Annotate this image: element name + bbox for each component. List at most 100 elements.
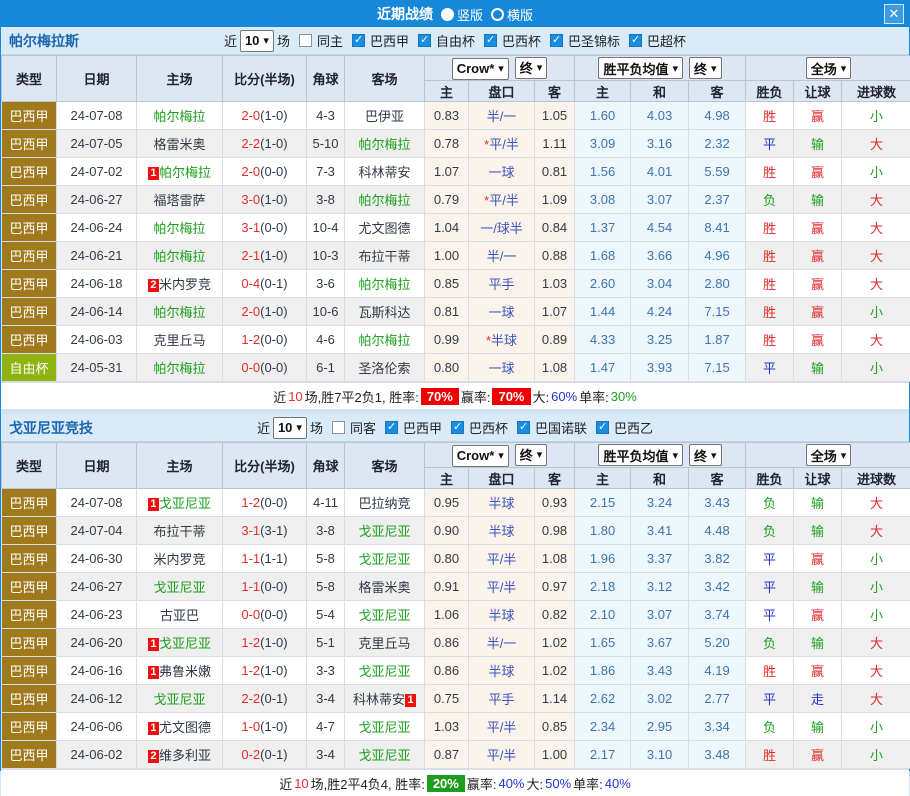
team-section[interactable]: 帕尔梅拉斯近10场同主巴西甲自由杯巴西杯巴圣锦标巴超杯类型日期主场比分(半场)角… <box>1 27 909 409</box>
date-cell: 24-06-27 <box>57 573 137 601</box>
handicap-line-text: 平手 <box>488 277 514 292</box>
handicap-home-odds: 0.79 <box>425 186 469 214</box>
home-team-name: 格雷米奥 <box>153 137 205 152</box>
avg-away-odds: 4.96 <box>689 242 746 270</box>
avg-home-odds: 4.33 <box>575 326 631 354</box>
goals-result-cell: 大 <box>842 186 910 214</box>
date-cell: 24-06-24 <box>57 214 137 242</box>
league-filter-label[interactable]: 自由杯 <box>436 31 475 50</box>
halftime-score: (0-0) <box>260 164 287 179</box>
summary-token: 大: <box>527 774 544 793</box>
final-select-2[interactable]: 终 <box>689 57 722 79</box>
score-cell: 2-0(1-0) <box>223 298 307 326</box>
league-filter-label[interactable]: 巴西甲 <box>403 418 442 437</box>
halftime-score: (1-0) <box>260 136 287 151</box>
summary-token: 场,胜2平4负4, 胜率: <box>311 774 425 793</box>
match-count-select[interactable]: 10 <box>240 30 274 52</box>
corners-cell: 5-1 <box>307 629 345 657</box>
fulltime-score: 1-2 <box>241 332 260 347</box>
home-team-cell: 帕尔梅拉 <box>137 102 223 130</box>
handicap-line-text: 半球 <box>488 496 514 511</box>
league-filter-label[interactable]: 巴国诺联 <box>535 418 587 437</box>
league-filter-checkbox[interactable] <box>629 34 642 47</box>
fulltime-score: 2-0 <box>241 108 260 123</box>
match-row: 巴西甲24-06-201戈亚尼亚1-2(1-0)5-1克里丘马0.86半/一1.… <box>2 629 910 657</box>
league-filter-checkbox[interactable] <box>451 421 464 434</box>
same-venue-label[interactable]: 同主 <box>317 31 343 50</box>
halftime-score: (1-0) <box>260 635 287 650</box>
vertical-layout-label[interactable]: 竖版 <box>457 5 483 24</box>
home-team-cell: 1尤文图德 <box>137 713 223 741</box>
away-team-cell: 圣洛伦索 <box>345 354 425 382</box>
league-cell: 巴西甲 <box>2 517 57 545</box>
league-cell: 巴西甲 <box>2 545 57 573</box>
league-filter-label[interactable]: 巴西甲 <box>370 31 409 50</box>
result-cell: 平 <box>746 130 794 158</box>
fulltime-score: 1-0 <box>241 719 260 734</box>
bookmaker-select[interactable]: Crow* <box>452 58 509 80</box>
avg-away-odds: 2.80 <box>689 270 746 298</box>
result-cell: 胜 <box>746 158 794 186</box>
away-team-cell: 巴拉纳竞 <box>345 489 425 517</box>
goals-result-cell: 小 <box>842 545 910 573</box>
league-filter-checkbox[interactable] <box>550 34 563 47</box>
halftime-score: (1-0) <box>260 248 287 263</box>
handicap-line: 一球 <box>469 298 535 326</box>
horizontal-layout-radio[interactable] <box>491 8 504 21</box>
home-team-cell: 1弗鲁米嫩 <box>137 657 223 685</box>
bookmaker-select[interactable]: Crow* <box>452 445 509 467</box>
fulltime-score: 0-2 <box>241 747 260 762</box>
close-icon[interactable]: ✕ <box>884 4 904 24</box>
vertical-layout-radio[interactable] <box>441 8 454 21</box>
league-filter-checkbox[interactable] <box>517 421 530 434</box>
away-team-name: 科林蒂安 <box>353 692 405 707</box>
away-team-name: 戈亚尼亚 <box>358 748 410 763</box>
near-label: 近 <box>224 31 237 50</box>
league-filter-checkbox[interactable] <box>352 34 365 47</box>
summary-token: 70% <box>492 388 530 405</box>
handicap-home-odds: 0.85 <box>425 270 469 298</box>
goals-result-cell: 大 <box>842 685 910 713</box>
scope-select[interactable]: 全场 <box>806 444 852 466</box>
same-venue-checkbox[interactable] <box>299 34 312 47</box>
score-cell: 0-2(0-1) <box>223 741 307 769</box>
avg-draw-odds: 3.16 <box>631 130 689 158</box>
same-venue-checkbox[interactable] <box>332 421 345 434</box>
match-row: 巴西甲24-07-08帕尔梅拉2-0(1-0)4-3巴伊亚0.83半/一1.05… <box>2 102 910 130</box>
league-filter-label[interactable]: 巴西杯 <box>469 418 508 437</box>
final-select[interactable]: 终 <box>515 57 548 79</box>
avg-home-odds: 2.17 <box>575 741 631 769</box>
card-badge: 2 <box>148 279 159 292</box>
league-filter-checkbox[interactable] <box>385 421 398 434</box>
handicap-result-cell: 赢 <box>794 741 842 769</box>
scope-select[interactable]: 全场 <box>806 57 852 79</box>
home-team-name: 布拉干蒂 <box>153 524 205 539</box>
match-count-select[interactable]: 10 <box>273 417 307 439</box>
handicap-result-cell: 输 <box>794 354 842 382</box>
league-filter-checkbox[interactable] <box>484 34 497 47</box>
league-cell: 自由杯 <box>2 354 57 382</box>
league-filter-checkbox[interactable] <box>418 34 431 47</box>
league-filter-label[interactable]: 巴西乙 <box>614 418 653 437</box>
fulltime-score: 1-1 <box>241 579 260 594</box>
league-filter-label[interactable]: 巴超杯 <box>647 31 686 50</box>
horizontal-layout-label[interactable]: 横版 <box>507 5 533 24</box>
same-venue-label[interactable]: 同客 <box>350 418 376 437</box>
final-select[interactable]: 终 <box>515 444 548 466</box>
odds-group-header: 胜平负均值终 <box>575 56 746 81</box>
league-filter-label[interactable]: 巴圣锦标 <box>568 31 620 50</box>
team-name: 帕尔梅拉斯 <box>9 31 79 51</box>
home-team-name: 福塔雷萨 <box>153 193 205 208</box>
handicap-home-odds: 0.99 <box>425 326 469 354</box>
handicap-line: 半球 <box>469 601 535 629</box>
league-filter-label[interactable]: 巴西杯 <box>502 31 541 50</box>
handicap-result-cell: 赢 <box>794 326 842 354</box>
league-filter-checkbox[interactable] <box>596 421 609 434</box>
team-section[interactable]: 戈亚尼亚竞技近10场同客巴西甲巴西杯巴国诺联巴西乙类型日期主场比分(半场)角球客… <box>1 414 909 796</box>
handicap-line: 半/一 <box>469 102 535 130</box>
odds-type-select[interactable]: 胜平负均值 <box>598 57 683 79</box>
odds-type-select[interactable]: 胜平负均值 <box>598 444 683 466</box>
summary-token: 近 <box>279 774 292 793</box>
league-cell: 巴西甲 <box>2 713 57 741</box>
final-select-2[interactable]: 终 <box>689 444 722 466</box>
